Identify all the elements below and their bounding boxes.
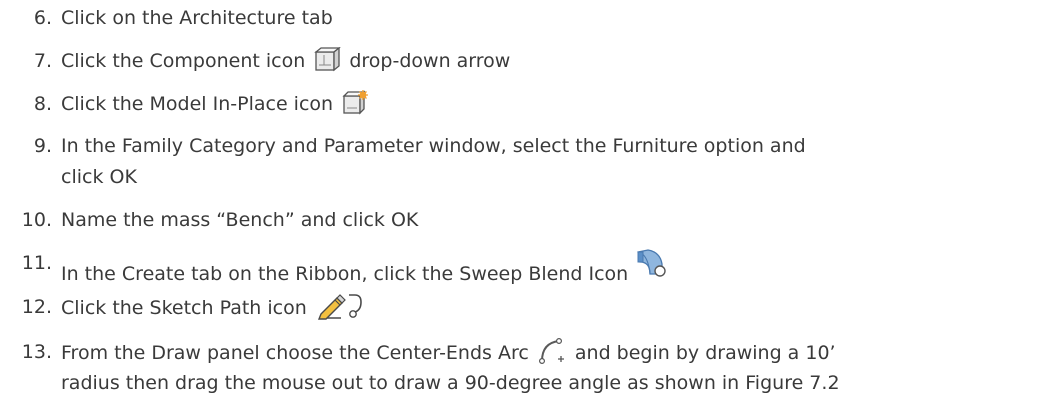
- step-text: click OK: [61, 166, 137, 188]
- center-ends-arc-icon: [537, 337, 567, 365]
- step-text: From the Draw panel choose the Center-En…: [61, 337, 836, 368]
- step-text: radius then drag the mouse out to draw a…: [61, 372, 840, 394]
- step-number: 7.: [33, 50, 52, 72]
- instruction-steps: 6. Click on the Architecture tab 7. Clic…: [0, 0, 1047, 414]
- step-text: In the Create tab on the Ribbon, click t…: [61, 248, 670, 289]
- step-text: Click the Component icon drop-down arrow: [61, 46, 510, 76]
- step-number: 10.: [21, 209, 52, 231]
- step-number: 9.: [33, 135, 52, 157]
- step-text: Click the Sketch Path icon: [61, 292, 367, 323]
- sketch-path-icon: [315, 292, 365, 320]
- step-number: 13.: [21, 341, 52, 363]
- sweep-blend-icon: [636, 248, 668, 278]
- step-number: 6.: [33, 7, 52, 29]
- step-text: In the Family Category and Parameter win…: [61, 135, 806, 157]
- step-number: 12.: [21, 296, 52, 318]
- model-in-place-icon: [341, 90, 369, 116]
- step-number: 11.: [21, 252, 52, 274]
- step-text: Name the mass “Bench” and click OK: [61, 209, 419, 231]
- component-icon: [313, 47, 342, 73]
- step-text: Click on the Architecture tab: [61, 7, 333, 29]
- step-number: 8.: [33, 93, 52, 115]
- step-text: Click the Model In-Place icon: [61, 89, 371, 119]
